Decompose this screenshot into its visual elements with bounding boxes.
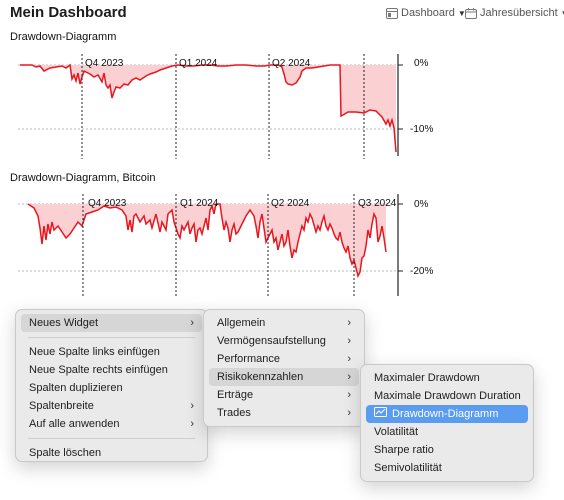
- chevron-right-icon: ›: [347, 317, 351, 329]
- page-title: Mein Dashboard: [10, 4, 127, 21]
- quarter-label: Q4 2023: [85, 58, 124, 69]
- risk-metrics-submenu: Maximaler Drawdown Maximale Drawdown Dur…: [360, 364, 534, 482]
- dashboard-selector[interactable]: Dashboard ▼: [386, 7, 466, 19]
- quarter-label: Q3 2024: [358, 198, 397, 209]
- menu-item-delete-column[interactable]: Spalte löschen: [21, 444, 202, 462]
- menu-item-performance[interactable]: Performance ›: [209, 350, 359, 368]
- period-selector[interactable]: Jahresübersicht ▼: [465, 7, 564, 19]
- menu-item-volatility[interactable]: Volatilität: [366, 423, 528, 441]
- y-tick-label: 0%: [414, 58, 429, 69]
- line-chart-icon: [374, 405, 387, 423]
- drawdown-chart-bitcoin: Q4 2023 Q1 2024 Q2 2024 Q3 2024 0% -20%: [18, 194, 433, 296]
- y-tick-label: -20%: [410, 266, 433, 277]
- chart-title-portfolio: Drawdown-Diagramm: [10, 31, 117, 43]
- menu-item-sharpe-ratio[interactable]: Sharpe ratio: [366, 441, 528, 459]
- chevron-right-icon: ›: [347, 335, 351, 347]
- quarter-label: Q1 2024: [179, 58, 218, 69]
- menu-item-insert-column-left[interactable]: Neue Spalte links einfügen: [21, 343, 202, 361]
- chevron-right-icon: ›: [347, 407, 351, 419]
- menu-item-drawdown-chart[interactable]: Drawdown-Diagramm: [366, 405, 528, 423]
- chevron-right-icon: ›: [190, 418, 194, 430]
- menu-item-max-drawdown-duration[interactable]: Maximale Drawdown Duration: [366, 387, 528, 405]
- menu-item-new-widget[interactable]: Neues Widget ›: [21, 314, 202, 332]
- calendar-icon: [465, 7, 477, 19]
- menu-item-asset-allocation[interactable]: Vermögensaufstellung ›: [209, 332, 359, 350]
- menu-item-apply-to-all[interactable]: Auf alle anwenden ›: [21, 415, 202, 433]
- column-context-menu: Neues Widget › Neue Spalte links einfüge…: [15, 309, 208, 462]
- dashboard-icon: [386, 7, 398, 19]
- menu-separator: [28, 438, 195, 439]
- chevron-down-icon: ▼: [561, 9, 564, 18]
- quarter-label: Q4 2023: [88, 198, 127, 209]
- menu-item-duplicate-columns[interactable]: Spalten duplizieren: [21, 379, 202, 397]
- chevron-right-icon: ›: [347, 371, 351, 383]
- menu-item-general[interactable]: Allgemein ›: [209, 314, 359, 332]
- y-tick-label: -10%: [410, 124, 433, 135]
- drawdown-chart-portfolio: Q4 2023 Q1 2024 Q2 2024 0% -10%: [18, 54, 433, 159]
- menu-item-risk-metrics[interactable]: Risikokennzahlen ›: [209, 368, 359, 386]
- chevron-right-icon: ›: [190, 400, 194, 412]
- quarter-label: Q2 2024: [271, 198, 310, 209]
- y-tick-label: 0%: [414, 199, 429, 210]
- menu-item-semivolatility[interactable]: Semivolatilität: [366, 459, 528, 477]
- menu-item-insert-column-right[interactable]: Neue Spalte rechts einfügen: [21, 361, 202, 379]
- quarter-label: Q1 2024: [180, 198, 219, 209]
- chevron-right-icon: ›: [347, 389, 351, 401]
- period-label: Jahresübersicht: [480, 7, 558, 19]
- menu-item-max-drawdown[interactable]: Maximaler Drawdown: [366, 369, 528, 387]
- menu-item-column-width[interactable]: Spaltenbreite ›: [21, 397, 202, 415]
- chevron-right-icon: ›: [190, 317, 194, 329]
- dashboard-label: Dashboard: [401, 7, 455, 19]
- chevron-right-icon: ›: [347, 353, 351, 365]
- menu-item-income[interactable]: Erträge ›: [209, 386, 359, 404]
- chart-title-bitcoin: Drawdown-Diagramm, Bitcoin: [10, 172, 156, 184]
- quarter-label: Q2 2024: [272, 58, 311, 69]
- menu-item-trades[interactable]: Trades ›: [209, 404, 359, 422]
- widget-submenu: Allgemein › Vermögensaufstellung › Perfo…: [203, 309, 365, 427]
- menu-separator: [28, 337, 195, 338]
